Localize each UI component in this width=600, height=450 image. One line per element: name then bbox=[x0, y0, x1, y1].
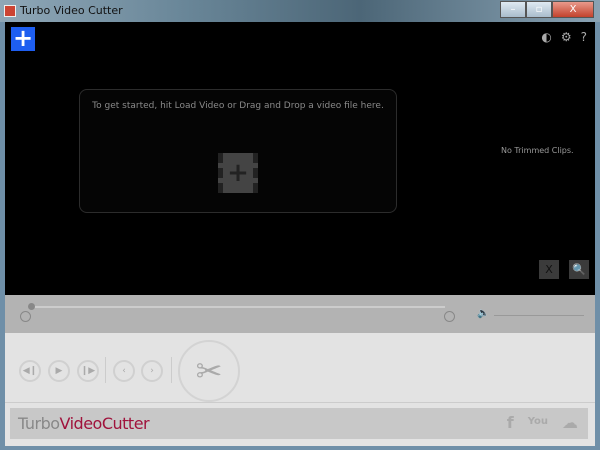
mark-in-button[interactable]: ‹ bbox=[113, 360, 135, 382]
minimize-button[interactable]: – bbox=[500, 1, 526, 18]
play-button[interactable]: ▶ bbox=[48, 360, 70, 382]
cut-button[interactable]: ✂ bbox=[178, 340, 240, 402]
prev-frame-button[interactable]: ◀❙ bbox=[19, 360, 41, 382]
volume-slider[interactable] bbox=[494, 315, 584, 316]
logo-turbo: Turbo bbox=[18, 414, 60, 433]
playback-controls: ◀❙ ▶ ❙▶ ‹ › ✂ bbox=[5, 333, 595, 403]
app-icon bbox=[4, 5, 16, 17]
end-handle[interactable] bbox=[444, 311, 455, 322]
load-video-button[interactable]: + bbox=[11, 26, 35, 51]
theme-icon[interactable]: ◐ bbox=[541, 30, 551, 44]
volume-icon[interactable]: 🔈 bbox=[477, 308, 489, 319]
next-frame-button[interactable]: ❙▶ bbox=[77, 360, 99, 382]
preview-search-icon[interactable]: 🔍 bbox=[569, 260, 589, 279]
app-window: + ◐ ⚙ ? To get started, hit Load Video o… bbox=[5, 22, 595, 446]
footer: TurboVideoCutter f You ☁ bbox=[10, 408, 588, 439]
drop-hint: To get started, hit Load Video or Drag a… bbox=[92, 101, 384, 111]
logo: TurboVideoCutter bbox=[18, 414, 150, 433]
drop-zone[interactable]: To get started, hit Load Video or Drag a… bbox=[79, 89, 397, 213]
start-handle[interactable] bbox=[20, 311, 31, 322]
maximize-button[interactable]: ▫ bbox=[526, 1, 552, 18]
gear-icon[interactable]: ⚙ bbox=[561, 30, 572, 44]
seek-track[interactable] bbox=[31, 306, 445, 308]
window-title: Turbo Video Cutter bbox=[20, 4, 123, 17]
timeline: 🔈 bbox=[5, 295, 595, 333]
cloud-icon[interactable]: ☁ bbox=[562, 413, 578, 432]
logo-video-cutter: VideoCutter bbox=[59, 414, 150, 433]
close-button[interactable]: X bbox=[552, 1, 594, 18]
no-clips-label: No Trimmed Clips. bbox=[501, 146, 574, 155]
add-film-icon[interactable]: + bbox=[218, 153, 258, 193]
seek-knob[interactable] bbox=[28, 303, 35, 310]
facebook-icon[interactable]: f bbox=[507, 413, 514, 432]
clear-clips-icon[interactable]: X bbox=[539, 260, 559, 279]
help-icon[interactable]: ? bbox=[581, 30, 587, 44]
mark-out-button[interactable]: › bbox=[141, 360, 163, 382]
divider bbox=[171, 357, 172, 383]
youtube-icon[interactable]: You bbox=[528, 413, 548, 432]
title-bar: Turbo Video Cutter – ▫ X bbox=[0, 0, 600, 22]
divider bbox=[105, 357, 106, 383]
